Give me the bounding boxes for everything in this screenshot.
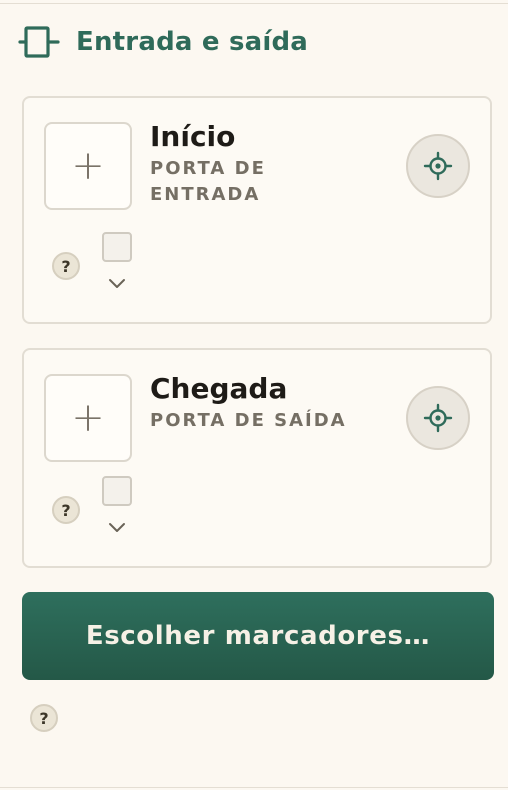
start-checkbox[interactable] <box>102 232 132 262</box>
help-icon[interactable]: ? <box>30 704 58 732</box>
section-title: Entrada e saída <box>76 27 309 57</box>
locate-start-button[interactable] <box>406 134 470 198</box>
end-card: + Chegada PORTA DE SAÍDA ? <box>22 348 492 568</box>
top-divider <box>0 3 508 4</box>
add-start-marker-button[interactable]: + <box>44 122 132 210</box>
locate-end-button[interactable] <box>406 386 470 450</box>
end-help-icon[interactable]: ? <box>52 496 80 524</box>
chevron-down-icon[interactable] <box>108 278 126 290</box>
entry-exit-icon <box>18 26 60 58</box>
add-end-marker-button[interactable]: + <box>44 374 132 462</box>
end-checkbox[interactable] <box>102 476 132 506</box>
bottom-divider <box>0 787 508 788</box>
crosshair-icon <box>423 151 453 181</box>
section-header: Entrada e saída <box>18 22 308 62</box>
start-subtitle: PORTA DE ENTRADA <box>150 158 266 205</box>
start-card: + Início PORTA DE ENTRADA ? <box>22 96 492 324</box>
choose-markers-button[interactable]: Escolher marcadores… <box>22 592 494 680</box>
end-title: Chegada <box>150 372 288 405</box>
chevron-down-icon[interactable] <box>108 522 126 534</box>
start-help-icon[interactable]: ? <box>52 252 80 280</box>
start-title: Início <box>150 120 236 153</box>
crosshair-icon <box>423 403 453 433</box>
end-subtitle: PORTA DE SAÍDA <box>150 410 347 431</box>
